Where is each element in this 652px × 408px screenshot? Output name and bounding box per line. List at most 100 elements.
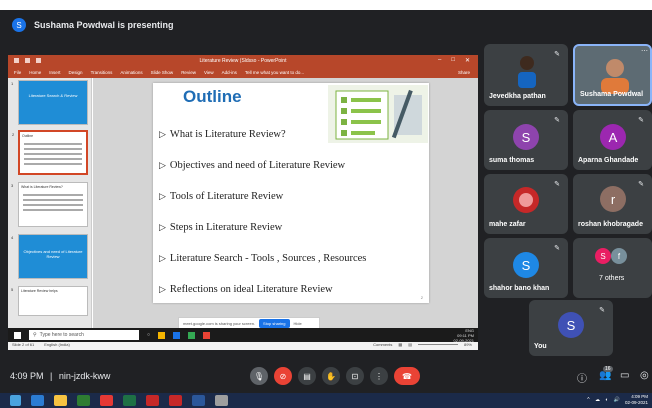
- ribbon-tab-view[interactable]: View: [204, 70, 214, 75]
- participant-tile[interactable]: ✎ Jevedkha pathan: [484, 44, 568, 106]
- participant-name: shahor bano khan: [489, 285, 550, 292]
- app-icon[interactable]: [169, 395, 182, 406]
- more-vert-icon: ⋮: [375, 371, 383, 381]
- triangle-bullet-icon: ▷: [159, 191, 166, 201]
- zoom-slider[interactable]: [417, 344, 458, 345]
- triangle-bullet-icon: ▷: [159, 253, 166, 263]
- more-options-icon[interactable]: ⋯: [641, 47, 648, 55]
- chat-icon[interactable]: ▭: [620, 370, 629, 381]
- chrome-icon[interactable]: [188, 331, 196, 339]
- leave-call-button[interactable]: ☎: [394, 367, 420, 385]
- edge-icon[interactable]: [31, 395, 44, 406]
- system-tray[interactable]: ^ ☁ ◐ 🔊: [587, 397, 622, 403]
- others-count: 7 others: [599, 275, 625, 282]
- task-view-icon[interactable]: ○: [147, 332, 150, 338]
- taskbar-search[interactable]: ⚲ Type here to search: [29, 330, 139, 340]
- app-icon[interactable]: [146, 395, 159, 406]
- slide-bullet-list: ▷ What is Literature Review? ▷ Objectives …: [159, 119, 427, 305]
- save-icon[interactable]: [14, 58, 19, 63]
- meeting-details[interactable]: 4:09 PM | nin-jzdk-kww: [10, 371, 110, 381]
- raise-hand-button[interactable]: ✋: [322, 367, 340, 385]
- slide-thumbnail[interactable]: 5 Literature Review helps: [11, 286, 88, 316]
- slide-thumbnail[interactable]: 1 Literature Search & Review: [11, 80, 88, 125]
- stop-sharing-button[interactable]: Stop sharing: [259, 318, 290, 328]
- chrome-icon[interactable]: [100, 395, 113, 406]
- thumbnail-lines: [20, 143, 86, 165]
- zoom-level[interactable]: 89%: [464, 342, 472, 347]
- ribbon-tab-animations[interactable]: Animations: [120, 70, 142, 75]
- slide-bullet: ▷ Tools of Literature Review: [159, 181, 427, 212]
- slide-editor: Outline ▷ What is Literature Review? ▷ Obj…: [93, 78, 478, 338]
- meeting-code: nin-jzdk-kww: [58, 371, 111, 381]
- ribbon-tab-insert[interactable]: Insert: [49, 70, 60, 75]
- ribbon-tab-addins[interactable]: Add-ins: [222, 70, 237, 75]
- ppt-ribbon: File Home Insert Design Transitions Anim…: [8, 67, 478, 78]
- participant-tile[interactable]: A ✎ Aparna Ghandade: [573, 110, 652, 170]
- camera-button[interactable]: ⊘: [274, 367, 292, 385]
- slide-thumbnail[interactable]: 4 Objectives and need of Literature Revi…: [11, 234, 88, 279]
- participant-tile[interactable]: ✎ mahe zafar: [484, 174, 568, 234]
- self-tile[interactable]: S ✎ You: [529, 300, 613, 356]
- redo-icon[interactable]: [36, 58, 41, 63]
- mic-off-icon: ✎: [554, 117, 560, 124]
- file-explorer-icon[interactable]: [54, 395, 67, 406]
- ribbon-tab-design[interactable]: Design: [69, 70, 83, 75]
- minimize-icon[interactable]: –: [438, 57, 441, 64]
- share-button[interactable]: Share: [458, 70, 470, 75]
- thumbnail-title: Literature Review helps: [21, 289, 58, 293]
- system-clock[interactable]: 4:09 PM 02-09-2021: [625, 394, 648, 406]
- participant-tile-active[interactable]: ⋯ Sushama Powdwal: [573, 44, 652, 106]
- file-explorer-icon[interactable]: [158, 331, 166, 339]
- ribbon-tab-file[interactable]: File: [14, 70, 21, 75]
- ribbon-tab-slideshow[interactable]: Slide Show: [151, 70, 174, 75]
- mic-button[interactable]: 🎙: [250, 367, 268, 385]
- windows-taskbar: ^ ☁ ◐ 🔊 4:09 PM 02-09-2021: [0, 393, 652, 408]
- language-status[interactable]: English (India): [44, 342, 70, 347]
- more-options-button[interactable]: ⋮: [370, 367, 388, 385]
- ribbon-tab-review[interactable]: Review: [181, 70, 196, 75]
- normal-view-icon[interactable]: ▦: [398, 342, 402, 347]
- maximize-icon[interactable]: □: [451, 57, 455, 64]
- shared-screen: Literature Review (Sldsso - PowerPoint –…: [8, 55, 478, 350]
- clock-date: 02-09-2021: [624, 400, 648, 405]
- tell-me-input[interactable]: Tell me what you want to do...: [245, 70, 304, 75]
- start-icon[interactable]: [10, 395, 21, 406]
- info-icon[interactable]: ⓘ: [577, 370, 587, 385]
- captions-button[interactable]: ▤: [298, 367, 316, 385]
- current-slide[interactable]: Outline ▷ What is Literature Review? ▷ Obj…: [153, 83, 429, 303]
- participant-tile[interactable]: S ✎ suma thomas: [484, 110, 568, 170]
- close-icon[interactable]: ✕: [465, 57, 470, 64]
- word-icon[interactable]: [173, 331, 181, 339]
- word-icon[interactable]: [192, 395, 205, 406]
- others-tile[interactable]: S f 7 others: [573, 238, 652, 298]
- store-icon[interactable]: [77, 395, 90, 406]
- participant-name: Jevedkha pathan: [489, 93, 546, 100]
- mic-off-icon: ✎: [638, 181, 644, 188]
- ppt-icon[interactable]: [203, 331, 211, 339]
- participant-tile[interactable]: S ✎ shahor bano khan: [484, 238, 568, 298]
- slide-title: Outline: [183, 87, 242, 106]
- ribbon-tab-transitions[interactable]: Transitions: [91, 70, 113, 75]
- slide-thumbnail-selected[interactable]: 2 Outline: [12, 130, 88, 175]
- participant-video-icon: [601, 59, 629, 94]
- people-button[interactable]: 16 👥: [599, 366, 613, 381]
- presenting-banner: S Sushama Powdwal is presenting: [0, 10, 652, 40]
- ribbon-tab-home[interactable]: Home: [29, 70, 41, 75]
- mic-off-icon: ✎: [554, 245, 560, 252]
- window-controls[interactable]: – □ ✕: [438, 57, 470, 64]
- slide-sorter-icon[interactable]: ▤: [408, 342, 412, 347]
- quick-access-toolbar[interactable]: [14, 58, 41, 63]
- comments-button[interactable]: Comments: [373, 342, 392, 347]
- activities-icon[interactable]: ◎: [640, 370, 649, 381]
- present-button[interactable]: ⊡: [346, 367, 364, 385]
- excel-icon[interactable]: [123, 395, 136, 406]
- app-icon[interactable]: [215, 395, 228, 406]
- slide-thumbnail[interactable]: 3 What is Literature Review?: [11, 182, 88, 227]
- avatar: A: [600, 124, 626, 150]
- start-icon[interactable]: [14, 331, 21, 339]
- hide-button[interactable]: Hide: [294, 321, 302, 326]
- participant-name: roshan khobragade: [578, 221, 643, 228]
- participant-tile[interactable]: r ✎ roshan khobragade: [573, 174, 652, 234]
- share-notice-text: meet.google.com is sharing your screen.: [183, 320, 256, 326]
- undo-icon[interactable]: [25, 58, 30, 63]
